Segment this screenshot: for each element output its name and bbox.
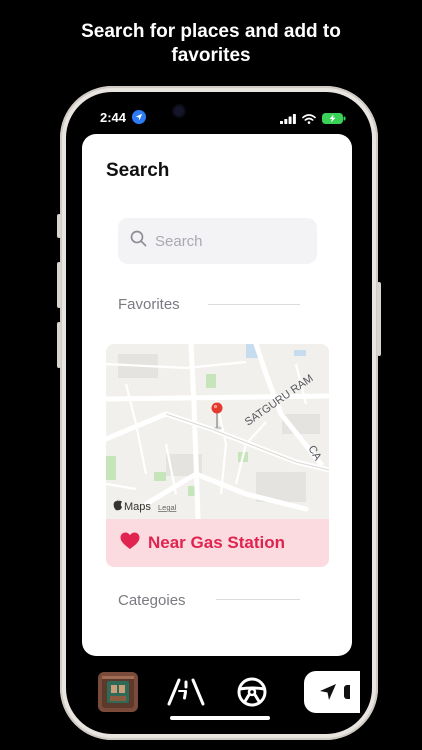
photo-thumbnail-icon (98, 672, 138, 712)
search-sheet: Search Favorites (82, 134, 352, 656)
phone-screen: 2:44 Search Search Favorites SATGURU RAM… (66, 92, 372, 734)
favorite-name: Near Gas Station (148, 533, 285, 552)
phone-frame: 2:44 Search Search Favorites SATGURU RAM… (57, 86, 381, 740)
search-field[interactable] (118, 218, 317, 264)
tab-photo[interactable] (98, 672, 138, 712)
search-input[interactable] (155, 232, 295, 250)
favorite-footer[interactable]: Near Gas Station (106, 519, 329, 567)
road-icon (167, 678, 205, 706)
tab-road[interactable] (164, 672, 208, 712)
page-title: Search (106, 160, 170, 181)
status-icons (280, 111, 346, 129)
status-time: 2:44 (100, 110, 127, 125)
tab-label-fragment (344, 685, 350, 699)
navigation-arrow-icon (320, 684, 336, 700)
volume-down-button (57, 322, 61, 368)
battery-charging-icon (322, 111, 346, 129)
favorites-heading: Favorites (118, 296, 180, 313)
search-icon (130, 230, 147, 252)
status-bar: 2:44 (66, 92, 372, 132)
tab-navigate[interactable] (304, 671, 360, 713)
tab-drive[interactable] (232, 672, 272, 712)
power-button (377, 282, 381, 356)
cellular-signal-icon (280, 111, 296, 129)
headline: Search for places and add to favorites (81, 21, 341, 66)
heart-icon (120, 532, 140, 555)
favorites-divider (208, 304, 300, 305)
front-camera (174, 106, 184, 116)
home-indicator (170, 716, 270, 720)
categories-heading: Categoies (118, 592, 186, 609)
steering-wheel-icon (237, 677, 267, 707)
favorite-card[interactable]: SATGURU RAM CA Maps Legal Near Gas Stati… (106, 344, 329, 567)
wifi-icon (302, 111, 316, 129)
location-icon (132, 110, 146, 124)
volume-up-button (57, 262, 61, 308)
legal-link[interactable]: Legal (158, 503, 177, 512)
map-preview[interactable]: SATGURU RAM CA Maps Legal (106, 344, 329, 519)
maps-attribution: Maps (124, 501, 151, 513)
tab-bar (66, 664, 372, 724)
categories-divider (216, 599, 300, 600)
action-button (57, 214, 61, 238)
